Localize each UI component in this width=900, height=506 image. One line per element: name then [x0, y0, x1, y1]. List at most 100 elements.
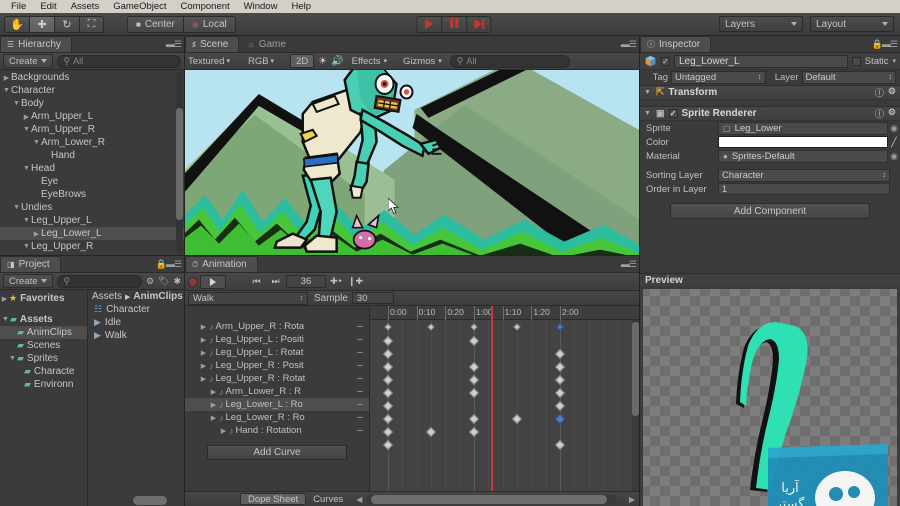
- chevron-down-icon[interactable]: ▼: [1, 316, 10, 323]
- remove-curve-icon[interactable]: −: [353, 360, 367, 372]
- record-icon[interactable]: [188, 276, 198, 287]
- play-button[interactable]: [416, 15, 442, 33]
- timeline-ruler[interactable]: 0:00 0:10 0:20 1:00 1:10 1:20 2:00: [370, 306, 639, 320]
- chevron-down-icon[interactable]: ▼: [2, 87, 11, 94]
- summary-keyframe[interactable]: [513, 323, 521, 331]
- hierarchy-item-leg-lower-r[interactable]: ▶Leg_Lower_R: [0, 253, 184, 255]
- sprite-renderer-component-header[interactable]: ▼ ▣ ✓ Sprite Renderer ⓘ ⚙: [640, 106, 900, 121]
- summary-keyframe[interactable]: [384, 323, 392, 331]
- summary-keyframe[interactable]: [470, 323, 478, 331]
- keyframe[interactable]: [383, 427, 393, 437]
- hierarchy-item-hand[interactable]: Hand: [0, 149, 184, 162]
- sprite-picker-icon[interactable]: ◉: [888, 123, 900, 134]
- keyframe[interactable]: [383, 375, 393, 385]
- hierarchy-item-eyebrows[interactable]: EyeBrows: [0, 188, 184, 201]
- remove-curve-icon[interactable]: −: [353, 399, 367, 411]
- scroll-left-icon[interactable]: ◀: [356, 495, 362, 504]
- dope-sheet-area[interactable]: 0:00 0:10 0:20 1:00 1:10 1:20 2:00: [370, 306, 639, 491]
- remove-curve-icon[interactable]: −: [353, 425, 367, 437]
- hierarchy-item-eye[interactable]: Eye: [0, 175, 184, 188]
- object-name-input[interactable]: Leg_Lower_L: [674, 54, 848, 68]
- curve-row[interactable]: ▶ ♪ Leg_Lower_L : Ro −: [185, 398, 369, 411]
- asset-item-walk[interactable]: ▶ Walk: [88, 329, 184, 342]
- chevron-down-icon[interactable]: ▼: [22, 165, 31, 172]
- chevron-right-icon[interactable]: ▶: [22, 113, 31, 121]
- filter-by-type-icon[interactable]: ⚙: [146, 276, 154, 287]
- project-folder-environn[interactable]: ▰ Environn: [0, 378, 87, 391]
- hand-tool-icon[interactable]: ✋: [4, 15, 29, 33]
- keyframe[interactable]: [512, 414, 522, 424]
- keyframe[interactable]: [555, 401, 565, 411]
- remove-curve-icon[interactable]: −: [353, 412, 367, 424]
- toggle-2d-button[interactable]: 2D: [290, 54, 315, 68]
- project-panel-menu-icon[interactable]: 🔒▬☰: [156, 259, 182, 270]
- chevron-right-icon[interactable]: ▶: [219, 427, 228, 435]
- inspector-panel-menu-icon[interactable]: 🔒▬☰: [872, 39, 898, 50]
- filter-by-label-icon[interactable]: 🏷: [158, 276, 169, 287]
- keyframe[interactable]: [383, 414, 393, 424]
- static-checkbox[interactable]: [851, 56, 861, 66]
- project-folder-sprites[interactable]: ▼ ▰ Sprites: [0, 352, 87, 365]
- hierarchy-search-input[interactable]: ⚲ All: [56, 54, 181, 68]
- hierarchy-scrollbar-thumb[interactable]: [176, 108, 183, 221]
- tag-dropdown[interactable]: Untagged ↕: [671, 71, 766, 84]
- curve-row[interactable]: ▶ ♪ Leg_Upper_R : Posit −: [185, 359, 369, 372]
- material-object-field[interactable]: ● Sprites-Default: [718, 149, 888, 163]
- chevron-right-icon[interactable]: ▶: [199, 349, 208, 357]
- hierarchy-item-backgrounds[interactable]: ▶ Backgrounds: [0, 71, 184, 84]
- tab-dope-sheet[interactable]: Dope Sheet: [240, 493, 307, 505]
- speaker-icon[interactable]: 🔊: [331, 56, 343, 67]
- hierarchy-item-undies[interactable]: ▼ Undies: [0, 201, 184, 214]
- project-folder-scenes[interactable]: ▰ Scenes: [0, 339, 87, 352]
- tab-curves[interactable]: Curves: [306, 493, 350, 505]
- keyframe[interactable]: [469, 388, 479, 398]
- curve-row[interactable]: ▶ ♪ Leg_Lower_R : Ro −: [185, 411, 369, 424]
- keyframe[interactable]: [555, 440, 565, 450]
- menu-item-edit[interactable]: Edit: [33, 0, 63, 13]
- keyframe[interactable]: [469, 414, 479, 424]
- hierarchy-item-arm-upper-r[interactable]: ▼ Arm_Upper_R: [0, 123, 184, 136]
- add-component-button[interactable]: Add Component: [670, 203, 870, 219]
- breadcrumb-item-1[interactable]: AnimClips: [133, 291, 182, 302]
- sun-icon[interactable]: ☀: [318, 56, 327, 67]
- dope-scrollbar-thumb[interactable]: [632, 322, 639, 417]
- hierarchy-tree[interactable]: ▶ Backgrounds ▼ Character ▼ Body ▶ Arm_Upper_L ▼…: [0, 70, 184, 255]
- hierarchy-create-button[interactable]: Create: [3, 54, 53, 68]
- chevron-down-icon[interactable]: ▼: [644, 89, 652, 96]
- scroll-right-icon[interactable]: ▶: [629, 495, 635, 504]
- project-folder-tree[interactable]: ▶ ★ Favorites ▼ ▰ Assets ▰ AnimClips ▰ Scenes ▼…: [0, 290, 88, 506]
- hierarchy-panel-menu-icon[interactable]: ▬☰: [166, 39, 182, 50]
- tab-project[interactable]: ◨ Project: [0, 256, 61, 272]
- chevron-right-icon[interactable]: ▶: [199, 362, 208, 370]
- hierarchy-item-leg-lower-l[interactable]: ▶ Leg_Lower_L: [0, 227, 184, 240]
- keyframe[interactable]: [383, 401, 393, 411]
- object-enabled-checkbox[interactable]: ✓: [661, 56, 670, 66]
- scene-view-canvas[interactable]: [185, 70, 639, 255]
- add-keyframe-button[interactable]: ✚‣: [328, 275, 345, 289]
- menu-item-assets[interactable]: Assets: [64, 0, 107, 13]
- tab-hierarchy[interactable]: ☰ Hierarchy: [0, 36, 72, 52]
- animation-scrollbar-thumb[interactable]: [371, 494, 607, 504]
- order-in-layer-input[interactable]: 1: [718, 183, 890, 195]
- tab-animation[interactable]: ⏱ Animation: [185, 256, 258, 272]
- add-curve-button[interactable]: Add Curve: [207, 445, 347, 460]
- eyedropper-icon[interactable]: ╱: [888, 137, 900, 148]
- curve-row[interactable]: ▶ ♪ Leg_Upper_R : Rotat −: [185, 372, 369, 385]
- chevron-right-icon[interactable]: ▶: [209, 401, 218, 409]
- chevron-right-icon[interactable]: ▶: [32, 230, 41, 238]
- chevron-down-icon[interactable]: ▼: [12, 100, 21, 107]
- help-icon[interactable]: ⓘ: [875, 86, 884, 99]
- keyframe[interactable]: [383, 336, 393, 346]
- tab-game[interactable]: ☼ Game: [240, 36, 297, 52]
- hierarchy-item-head[interactable]: ▼ Head: [0, 162, 184, 175]
- remove-curve-icon[interactable]: −: [353, 373, 367, 385]
- chevron-right-icon[interactable]: ▶: [2, 74, 11, 82]
- chevron-down-icon[interactable]: ▼: [32, 139, 41, 146]
- layers-dropdown[interactable]: Layers: [719, 16, 803, 32]
- animation-horizontal-scrollbar[interactable]: [366, 494, 617, 504]
- hierarchy-item-arm-upper-l[interactable]: ▶ Arm_Upper_L: [0, 110, 184, 123]
- hierarchy-item-leg-upper-r[interactable]: ▼ Leg_Upper_R: [0, 240, 184, 253]
- summary-keyframe[interactable]: [427, 323, 435, 331]
- chevron-down-icon[interactable]: ▼: [644, 110, 652, 117]
- asset-item-character[interactable]: ☷ Character: [88, 303, 184, 316]
